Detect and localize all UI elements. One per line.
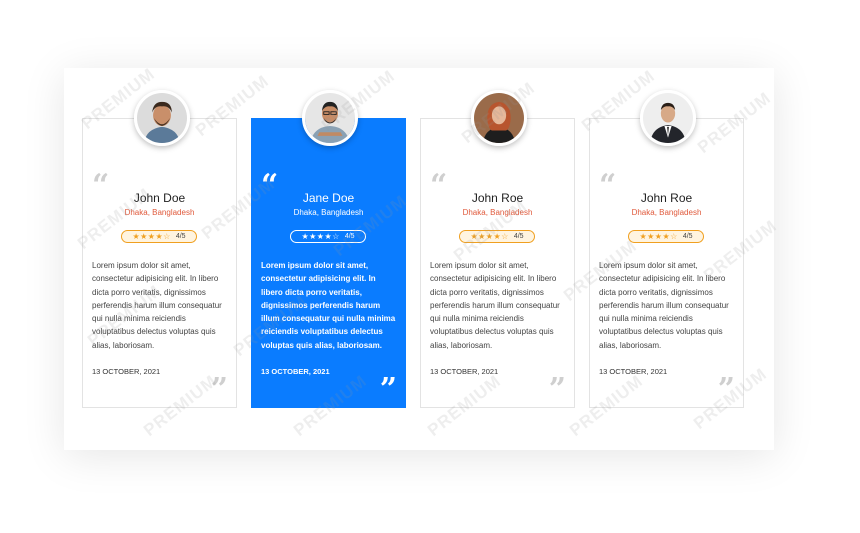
reviewer-location: Dhaka, Bangladesh [124,208,195,217]
star-rating-icon: ★★★★☆ [639,232,678,241]
rating-badge: ★★★★☆ 4/5 [628,230,704,243]
testimonial-card-1: “ John Doe Dhaka, Bangladesh ★★★★☆ 4/5 L… [82,118,237,408]
testimonial-date: 13 OCTOBER, 2021 [92,367,161,376]
reviewer-name: John Roe [471,191,524,205]
quote-close-icon: ” [210,372,228,407]
reviewer-location: Dhaka, Bangladesh [462,208,533,217]
testimonial-card-2: “ Jane Doe Dhaka, Bangladesh ★★★★☆ 4/5 L… [251,118,406,408]
star-rating-icon: ★★★★☆ [301,232,340,241]
star-rating-icon: ★★★★☆ [470,232,509,241]
person-photo-icon [474,93,524,143]
quote-close-icon: ” [379,372,397,407]
reviewer-location: Dhaka, Bangladesh [631,208,702,217]
reviewer-name: Jane Doe [302,191,355,205]
testimonial-card-3: “ John Roe Dhaka, Bangladesh ★★★★☆ 4/5 L… [420,118,575,408]
quote-close-icon: ” [717,372,735,407]
rating-score: 4/5 [175,233,186,240]
avatar-john-roe-2 [640,90,696,146]
rating-score: 4/5 [344,233,355,240]
reviewer-name: John Roe [640,191,693,205]
rating-badge: ★★★★☆ 4/5 [121,230,197,243]
avatar-john-roe-1 [471,90,527,146]
testimonial-text: Lorem ipsum dolor sit amet, consectetur … [92,261,222,350]
star-rating-icon: ★★★★☆ [132,232,171,241]
quote-close-icon: ” [548,372,566,407]
testimonial-text: Lorem ipsum dolor sit amet, consectetur … [261,261,396,350]
rating-score: 4/5 [513,233,524,240]
testimonial-date: 13 OCTOBER, 2021 [599,367,668,376]
testimonial-card-4: “ John Roe Dhaka, Bangladesh ★★★★☆ 4/5 L… [589,118,744,408]
rating-score: 4/5 [682,233,693,240]
testimonial-date: 13 OCTOBER, 2021 [261,367,330,376]
rating-badge: ★★★★☆ 4/5 [459,230,535,243]
testimonial-date: 13 OCTOBER, 2021 [430,367,499,376]
testimonial-text: Lorem ipsum dolor sit amet, consectetur … [599,261,729,350]
rating-badge: ★★★★☆ 4/5 [290,230,366,243]
avatar-john-doe [134,90,190,146]
avatar-jane-doe [302,90,358,146]
person-photo-icon [643,93,693,143]
reviewer-location: Dhaka, Bangladesh [293,208,364,217]
reviewer-name: John Doe [133,191,186,205]
testimonial-text: Lorem ipsum dolor sit amet, consectetur … [430,261,560,350]
person-photo-icon [305,93,355,143]
person-photo-icon [137,93,187,143]
